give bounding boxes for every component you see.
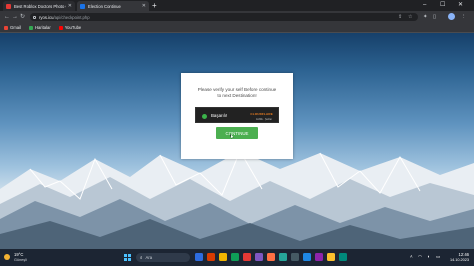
tab-title: Election Continue bbox=[88, 3, 121, 9]
new-tab-button[interactable]: + bbox=[152, 1, 157, 10]
captcha-status: Başarılı! bbox=[211, 113, 228, 118]
app-icon[interactable] bbox=[255, 253, 263, 261]
sun-icon[interactable] bbox=[4, 254, 10, 260]
sidebar-icon[interactable]: ▯ bbox=[433, 13, 436, 21]
search-label: Ara bbox=[145, 255, 153, 260]
app-icon[interactable] bbox=[231, 253, 239, 261]
taskbar-search[interactable]: ⌕ Ara bbox=[136, 253, 190, 262]
app-icon[interactable] bbox=[315, 253, 323, 261]
bookmark-youtube[interactable]: YouTube bbox=[58, 25, 82, 30]
back-button[interactable]: ← bbox=[4, 13, 10, 21]
speaker-icon[interactable]: ◖ bbox=[427, 254, 430, 259]
extensions-icon[interactable]: ✦ bbox=[423, 13, 428, 21]
menu-icon[interactable]: ⋮ bbox=[461, 13, 467, 21]
favicon-icon bbox=[80, 3, 85, 9]
bookmark-star-icon[interactable]: ☆ bbox=[408, 13, 412, 21]
bookmark-maps[interactable]: Haritalar bbox=[28, 25, 51, 30]
bookmark-gmail[interactable]: Gmail bbox=[4, 25, 21, 30]
maximize-button[interactable]: ☐ bbox=[440, 1, 445, 10]
url-path: /api/checkpoint.php bbox=[53, 14, 90, 20]
verify-message: Please verify your self Before continue … bbox=[181, 87, 293, 99]
browser-toolbar: ← → ↻ ryos.icu /api/checkpoint.php ⇪ ☆ ✦… bbox=[0, 11, 474, 23]
share-icon[interactable]: ⇪ bbox=[398, 13, 402, 21]
app-icon[interactable] bbox=[267, 253, 275, 261]
verify-message-line2: to next Destination! bbox=[217, 93, 257, 98]
reload-button[interactable]: ↻ bbox=[20, 13, 25, 21]
clock-time[interactable]: 12:46 bbox=[447, 252, 469, 257]
weather-temp[interactable]: 19°C bbox=[14, 252, 23, 257]
chrome-icon[interactable] bbox=[327, 253, 335, 261]
minimize-button[interactable]: – bbox=[423, 1, 426, 10]
task-view-icon[interactable] bbox=[195, 253, 203, 261]
app-icon[interactable] bbox=[339, 253, 347, 261]
battery-icon[interactable]: ▭ bbox=[436, 254, 440, 260]
tab-election-continue[interactable]: Election Continue ✕ bbox=[77, 1, 149, 11]
forward-button[interactable]: → bbox=[12, 13, 18, 21]
youtube-icon bbox=[58, 25, 63, 30]
captcha-widget[interactable]: Başarılı! CLOUDFLARE Gizlilik · Şartlar bbox=[195, 107, 279, 123]
close-tab-icon[interactable]: ✕ bbox=[142, 3, 146, 9]
profile-avatar[interactable] bbox=[448, 13, 455, 20]
captcha-links[interactable]: Gizlilik · Şartlar bbox=[256, 118, 272, 121]
tab-roblox[interactable]: Best Roblox Doctors Photo Co... ✕ bbox=[3, 1, 75, 11]
app-icon[interactable] bbox=[303, 253, 311, 261]
tab-strip: Best Roblox Doctors Photo Co... ✕ Electi… bbox=[0, 0, 474, 11]
lock-icon bbox=[33, 15, 36, 19]
verification-modal: Please verify your self Before continue … bbox=[181, 73, 293, 159]
browser-window: Best Roblox Doctors Photo Co... ✕ Electi… bbox=[0, 0, 474, 266]
start-button[interactable] bbox=[124, 254, 131, 261]
app-icon[interactable] bbox=[243, 253, 251, 261]
bookmark-label: Gmail bbox=[10, 25, 21, 30]
app-icon[interactable] bbox=[279, 253, 287, 261]
maps-icon bbox=[28, 25, 33, 30]
url-host: ryos.icu bbox=[39, 14, 54, 20]
bookmarks-bar: Gmail Haritalar YouTube bbox=[0, 23, 474, 33]
clock-date[interactable]: 14.10.2023 bbox=[447, 258, 469, 262]
taskbar: 19°C Güneşli ⌕ Ara ˄ ◠ ◖ ▭ 12:46 14.10.2… bbox=[0, 249, 474, 266]
file-explorer-icon[interactable] bbox=[219, 253, 227, 261]
close-tab-icon[interactable]: ✕ bbox=[68, 3, 72, 9]
success-check-icon bbox=[202, 113, 207, 119]
app-icon[interactable] bbox=[291, 253, 299, 261]
chevron-up-icon[interactable]: ˄ bbox=[410, 254, 413, 259]
gmail-icon bbox=[4, 25, 8, 30]
close-window-button[interactable]: ✕ bbox=[458, 1, 463, 10]
app-icon[interactable] bbox=[207, 253, 215, 261]
bookmark-label: YouTube bbox=[64, 25, 82, 30]
bookmark-label: Haritalar bbox=[34, 25, 51, 30]
continue-button[interactable]: CONTINUE bbox=[216, 127, 258, 139]
tab-title: Best Roblox Doctors Photo Co... bbox=[14, 3, 66, 9]
weather-condition[interactable]: Güneşli bbox=[14, 258, 27, 262]
windows-logo-icon bbox=[124, 254, 128, 258]
page-content: Please verify your self Before continue … bbox=[0, 33, 474, 249]
address-bar[interactable]: ryos.icu /api/checkpoint.php ⇪ ☆ bbox=[30, 13, 418, 21]
favicon-icon bbox=[6, 3, 11, 9]
cloudflare-logo: CLOUDFLARE bbox=[250, 112, 273, 116]
wifi-icon[interactable]: ◠ bbox=[418, 254, 422, 260]
search-icon: ⌕ bbox=[140, 255, 143, 260]
